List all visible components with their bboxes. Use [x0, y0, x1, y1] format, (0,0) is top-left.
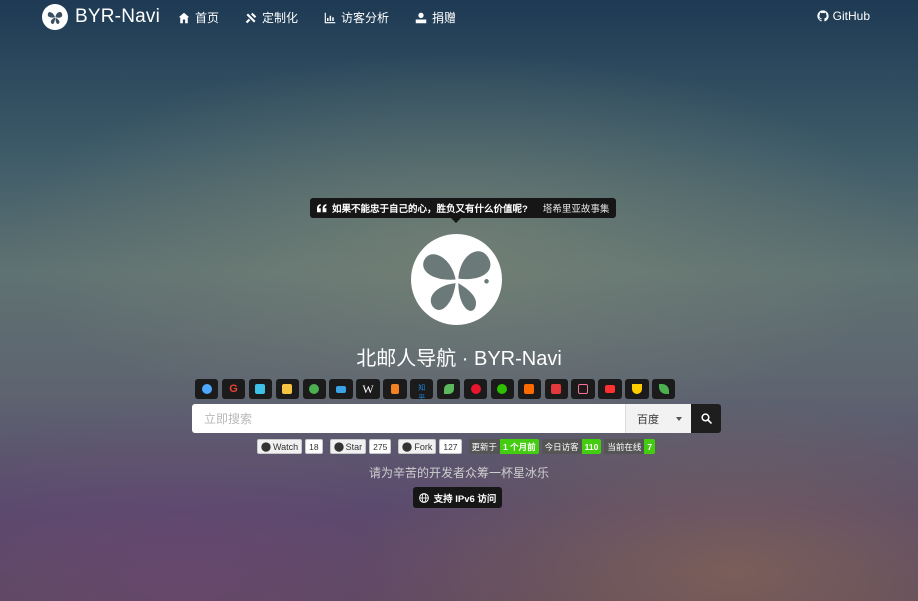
quick-link-taobao[interactable] — [517, 379, 541, 399]
updated-value: 1 个月前 — [500, 439, 539, 454]
fork-label: Fork — [414, 441, 433, 452]
nav-analytics[interactable]: 访客分析 — [324, 9, 389, 26]
quote-arrow — [451, 218, 461, 223]
github-icon — [333, 441, 344, 452]
nav-donate-label: 捐赠 — [432, 11, 457, 25]
nav-home-label: 首页 — [195, 11, 220, 25]
ipv6-badge[interactable]: 支持 IPv6 访问 — [413, 487, 502, 508]
today-label: 今日访客 — [541, 439, 582, 454]
page-title: 北邮人导航 · BYR-Navi — [356, 348, 562, 370]
github-link[interactable]: GitHub — [817, 9, 870, 23]
watch-label: Watch — [273, 441, 299, 452]
star-count[interactable]: 275 — [369, 439, 392, 454]
jd-cart-icon — [551, 384, 562, 394]
quick-link-google[interactable]: G — [221, 379, 246, 399]
nav-donate[interactable]: 捐赠 — [415, 9, 456, 26]
quick-link-jd[interactable] — [544, 379, 568, 399]
site-logo-butterfly-icon — [411, 234, 502, 325]
chart-icon — [324, 12, 336, 23]
quick-link-leaf[interactable] — [652, 379, 676, 399]
quick-link-wikipedia[interactable]: W — [356, 379, 380, 399]
quick-link-stackoverflow[interactable] — [383, 379, 407, 399]
baidu-icon — [201, 384, 212, 394]
quick-link-weibo[interactable] — [463, 379, 488, 399]
online-label: 当前在线 — [604, 439, 645, 454]
taobao-cart-icon — [524, 384, 535, 394]
nav-analytics-label: 访客分析 — [341, 11, 390, 25]
nav-home[interactable]: 首页 — [178, 9, 219, 26]
updated-badge: 更新于 1 个月前 — [468, 439, 539, 454]
quick-link-bilibili[interactable] — [571, 379, 595, 399]
navbar: BYR-Navi 首页 定制化 访客分析 捐赠 GitHub — [0, 0, 918, 34]
bing-icon — [255, 384, 266, 394]
quote-tooltip: 如果不能忠于自己的心，胜负又有什么价值呢? 塔希里亚故事集 — [310, 198, 617, 218]
google-icon: G — [229, 383, 238, 395]
watch-count[interactable]: 18 — [305, 439, 323, 454]
search-input[interactable] — [192, 404, 625, 433]
search-engine-select[interactable]: 百度 — [625, 404, 691, 433]
globe-icon — [418, 492, 429, 503]
brand-name: BYR-Navi — [75, 6, 161, 27]
card-icon — [336, 385, 347, 393]
byr-icon — [282, 384, 293, 394]
search-icon — [700, 413, 712, 424]
butterfly-logo-icon — [42, 4, 68, 30]
today-visitors-badge: 今日访客 110 — [541, 439, 602, 454]
tools-icon — [245, 12, 257, 23]
sprout-icon — [443, 384, 454, 394]
github-star-button[interactable]: Star — [329, 439, 367, 454]
leaf-icon — [658, 384, 669, 394]
search-button[interactable] — [691, 404, 721, 433]
quote-icon — [317, 203, 327, 212]
chevron-down-icon — [676, 416, 682, 421]
search-engine-label: 百度 — [637, 413, 659, 426]
quick-link-card[interactable] — [329, 379, 353, 399]
bilibili-icon — [578, 384, 589, 394]
quick-links-bar: G W 知乎 — [195, 379, 676, 402]
brand-link[interactable]: BYR-Navi — [42, 4, 160, 30]
badges-row: Watch 18 Star 275 Fork 127 更新于 1 个月前 今日访… — [257, 439, 656, 454]
quote-source: 塔希里亚故事集 — [542, 204, 610, 215]
quick-link-wechat[interactable] — [490, 379, 515, 399]
online-value: 7 — [644, 439, 656, 454]
github-label: GitHub — [832, 9, 870, 23]
donate-icon — [415, 12, 427, 23]
github-icon — [261, 441, 271, 452]
weibo-icon — [470, 384, 481, 394]
quote-text: 如果不能忠于自己的心，胜负又有什么价值呢? — [332, 204, 528, 215]
nav-customize-label: 定制化 — [262, 11, 299, 25]
wechat-icon — [497, 384, 508, 394]
quick-link-bing[interactable] — [248, 379, 273, 399]
star-label: Star — [345, 441, 363, 452]
zhihu-icon: 知乎 — [418, 385, 426, 402]
home-icon — [178, 12, 190, 23]
quick-link-magnet[interactable] — [625, 379, 649, 399]
github-icon — [817, 10, 829, 22]
ipv6-label: 支持 IPv6 访问 — [433, 493, 497, 505]
stackoverflow-icon — [390, 384, 399, 394]
donate-link[interactable]: 请为辛苦的开发者众筹一杯星冰乐 — [0, 464, 918, 481]
quick-link-zhihu[interactable]: 知乎 — [410, 379, 434, 402]
updated-label: 更新于 — [468, 439, 501, 454]
fork-count[interactable]: 127 — [439, 439, 462, 454]
nav-customize[interactable]: 定制化 — [245, 9, 298, 26]
search-bar: 百度 — [192, 404, 721, 433]
github-fork-button[interactable]: Fork — [398, 439, 437, 454]
today-value: 110 — [581, 439, 602, 454]
quick-link-byr[interactable] — [275, 379, 299, 399]
quick-link-qiyi[interactable] — [302, 379, 326, 399]
quick-link-baidu[interactable] — [195, 379, 219, 399]
youtube-icon — [605, 385, 615, 393]
github-watch-button[interactable]: Watch — [257, 439, 303, 454]
magnet-icon — [631, 384, 642, 394]
github-icon — [402, 441, 413, 452]
quick-link-youtube[interactable] — [598, 379, 622, 399]
wikipedia-icon: W — [362, 382, 374, 396]
qiyi-icon — [309, 384, 320, 394]
quick-link-sprout[interactable] — [437, 379, 461, 399]
online-badge: 当前在线 7 — [604, 439, 656, 454]
